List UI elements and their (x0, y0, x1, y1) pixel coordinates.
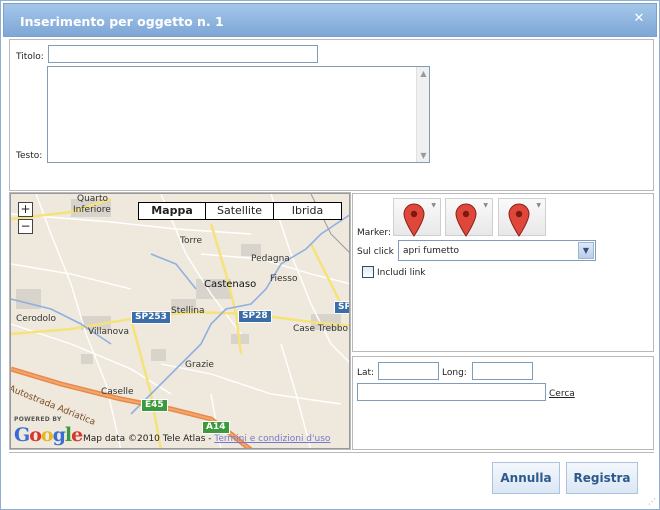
maptype-hybrid[interactable]: Ibrida (273, 202, 342, 220)
marker-label: Marker: (357, 228, 391, 238)
maptype-hybrid-label: Ibrida (291, 204, 324, 217)
road-shield-sp28: SP28 (238, 310, 272, 323)
map-data-text: Map data ©2010 Tele Atlas - (83, 434, 215, 444)
place-caselle: Caselle (101, 387, 134, 397)
road-shield-sp253: SP253 (131, 311, 171, 324)
dialog-title: Inserimento per oggetto n. 1 (20, 14, 224, 29)
long-label: Long: (442, 368, 467, 378)
place-fiesso: Fiesso (270, 274, 298, 284)
place-pedagna: Pedagna (251, 254, 290, 264)
include-link-checkbox[interactable] (362, 266, 374, 278)
terms-link[interactable]: Termini e condizioni d'uso (214, 434, 330, 444)
title-label: Titolo: (16, 52, 44, 62)
powered-by-label: POWERED BY (14, 416, 62, 423)
marker-option-2[interactable]: ▼ (445, 198, 493, 237)
place-quarto: Quarto (77, 194, 109, 204)
place-cerodolo: Cerodolo (16, 314, 57, 324)
place-grazie: Grazie (185, 360, 214, 370)
map-view[interactable]: Mappa Satellite Ibrida + − Quarto Inferi… (10, 193, 350, 449)
map-attribution: Map data ©2010 Tele Atlas - Termini e co… (83, 434, 330, 444)
place-torre: Torre (180, 236, 203, 246)
place-villanova: Villanova (88, 327, 130, 337)
map-pin-icon (508, 203, 530, 237)
place-stellina: Stellina (171, 306, 205, 316)
map-pin-icon (455, 203, 477, 237)
lat-input[interactable] (378, 362, 439, 380)
cancel-button[interactable]: Annulla (492, 462, 560, 494)
insert-object-dialog: Inserimento per oggetto n. 1 ✕ Titolo: T… (0, 0, 660, 510)
title-input[interactable] (48, 45, 318, 63)
place-castenaso: Castenaso (204, 279, 257, 290)
long-input[interactable] (472, 362, 533, 380)
save-button[interactable]: Registra (566, 462, 638, 494)
chevron-down-icon[interactable]: ▼ (578, 242, 594, 259)
scroll-up-icon[interactable]: ▲ (417, 67, 430, 80)
include-link-label: Includi link (377, 268, 426, 278)
scroll-down-icon[interactable]: ▼ (417, 149, 430, 162)
place-inferiore: Inferiore (73, 205, 111, 215)
text-area-wrap: ▲ ▼ (47, 66, 430, 163)
address-search-input[interactable] (357, 383, 546, 401)
lat-label: Lat: (357, 368, 375, 378)
maptype-satellite[interactable]: Satellite (205, 202, 274, 220)
on-click-value: apri fumetto (403, 246, 460, 256)
close-icon[interactable]: ✕ (632, 12, 646, 26)
place-case-trebbo: Case Trebbo (293, 324, 349, 334)
chevron-down-icon: ▼ (431, 202, 436, 209)
zoom-out-button[interactable]: − (18, 219, 33, 234)
maptype-map-label: Mappa (151, 204, 193, 217)
maptype-map[interactable]: Mappa (138, 202, 206, 220)
text-label: Testo: (16, 151, 43, 161)
chevron-down-icon: ▼ (483, 202, 488, 209)
search-link[interactable]: Cerca (549, 389, 575, 399)
dialog-titlebar[interactable]: Inserimento per oggetto n. 1 ✕ (3, 3, 657, 37)
google-logo: Google (14, 424, 83, 446)
footer-separator (9, 452, 654, 453)
map-pin-icon (403, 203, 425, 237)
chevron-down-icon: ▼ (536, 202, 541, 209)
marker-option-1[interactable]: ▼ (393, 198, 441, 237)
on-click-select[interactable]: apri fumetto ▼ (398, 240, 596, 261)
resize-grip-icon[interactable]: ⋰ (648, 497, 656, 506)
maptype-satellite-label: Satellite (216, 204, 263, 217)
zoom-in-button[interactable]: + (18, 202, 33, 217)
textarea-scrollbar[interactable]: ▲ ▼ (416, 67, 429, 162)
road-shield-sp: SP (334, 301, 349, 314)
road-shield-e45: E45 (141, 399, 168, 412)
marker-option-3[interactable]: ▼ (498, 198, 546, 237)
road-shield-a14: A14 (202, 421, 230, 434)
text-textarea[interactable] (47, 66, 430, 163)
on-click-label: Sul click (357, 247, 394, 257)
